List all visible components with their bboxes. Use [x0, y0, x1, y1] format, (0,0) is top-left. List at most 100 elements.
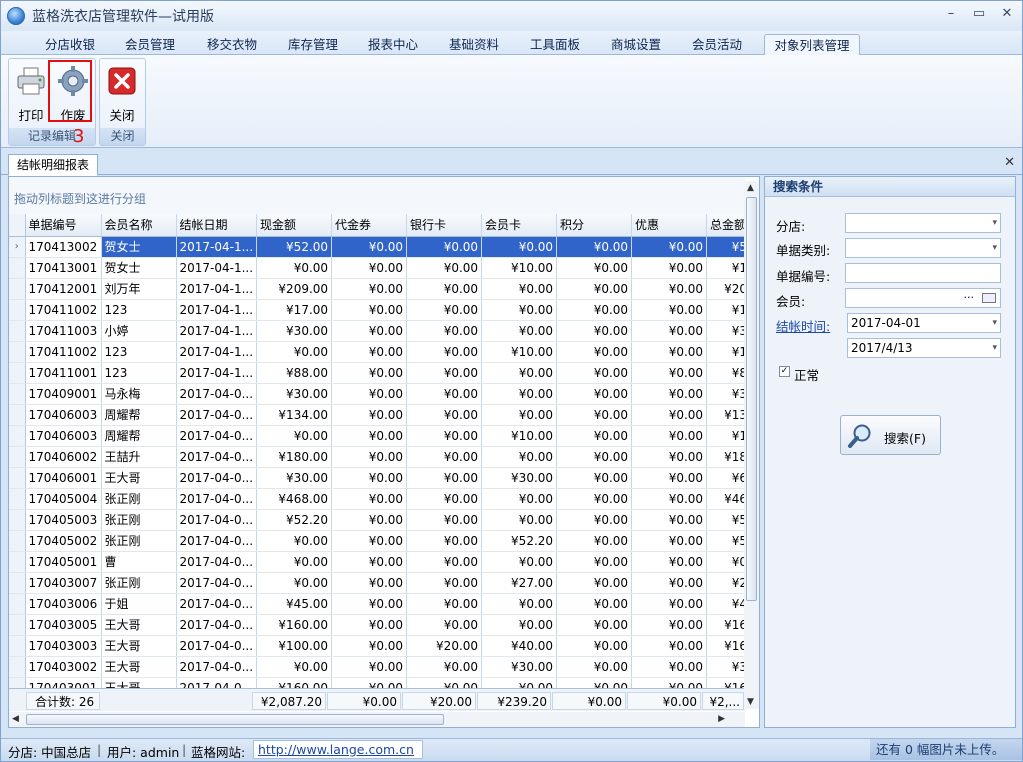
table-cell[interactable]: ¥0.00	[631, 236, 708, 258]
table-cell[interactable]: ¥10.00	[481, 425, 558, 447]
table-cell[interactable]: ¥0.00	[406, 299, 483, 321]
table-cell[interactable]: ¥0.00	[406, 530, 483, 552]
table-cell[interactable]: ¥0.00	[331, 593, 408, 615]
menu-tools[interactable]: 工具面板	[524, 34, 586, 55]
table-row[interactable]: 170403003 王大哥 2017-04-0... ¥100.00 ¥0.00 ¥20.…	[9, 635, 752, 657]
table-cell[interactable]: 王大哥	[101, 614, 177, 636]
table-cell[interactable]: ¥0.00	[331, 278, 408, 300]
menu-branch-cashier[interactable]: 分店收银	[39, 34, 101, 55]
table-row[interactable]: 170405002 张正刚 2017-04-0... ¥0.00 ¥0.00 ¥0.00 ¥…	[9, 530, 752, 552]
table-cell[interactable]: ¥0.00	[481, 278, 558, 300]
table-cell[interactable]: ¥0.00	[556, 383, 633, 405]
table-cell[interactable]: ¥0.00	[331, 551, 408, 573]
table-cell[interactable]: 2017-04-1...	[176, 299, 258, 321]
table-cell[interactable]: ¥0.00	[556, 656, 633, 678]
table-cell[interactable]: ¥0.00	[256, 656, 333, 678]
vertical-scrollbar[interactable]: ▲ ▼	[744, 181, 759, 709]
table-cell[interactable]: ¥0.00	[481, 509, 558, 531]
table-cell[interactable]: ¥0.00	[331, 572, 408, 594]
table-cell[interactable]: ¥0.00	[481, 320, 558, 342]
table-row[interactable]: 170406003 周耀帮 2017-04-0... ¥0.00 ¥0.00 ¥0.00 ¥…	[9, 425, 752, 447]
menu-member-management[interactable]: 会员管理	[119, 34, 181, 55]
row-indicator[interactable]	[9, 551, 26, 573]
table-cell[interactable]: 2017-04-1...	[176, 362, 258, 384]
table-cell[interactable]: ¥0.00	[331, 635, 408, 657]
table-cell[interactable]: 170405001	[25, 551, 102, 573]
table-cell[interactable]: ¥0.00	[481, 614, 558, 636]
table-cell[interactable]: ¥0.00	[631, 383, 708, 405]
table-cell[interactable]: ¥0.00	[556, 425, 633, 447]
column-header[interactable]: 结帐日期	[176, 214, 258, 237]
doc-number-input[interactable]	[845, 263, 1001, 283]
table-cell[interactable]: ¥0.00	[481, 236, 558, 258]
table-row[interactable]: 170403006 于姐 2017-04-0... ¥45.00 ¥0.00 ¥0.00 ¥…	[9, 593, 752, 615]
table-cell[interactable]: ¥0.00	[256, 551, 333, 573]
table-cell[interactable]: ¥0.00	[331, 509, 408, 531]
table-row[interactable]: 170411001 123 2017-04-1... ¥88.00 ¥0.00 ¥0.00…	[9, 362, 752, 384]
table-cell[interactable]: ¥0.00	[631, 530, 708, 552]
row-indicator[interactable]	[9, 593, 26, 615]
table-cell[interactable]: 123	[101, 341, 177, 363]
table-cell[interactable]: 2017-04-1...	[176, 257, 258, 279]
print-button[interactable]: 打印	[11, 61, 51, 125]
table-cell[interactable]: ¥0.00	[331, 383, 408, 405]
table-cell[interactable]: ¥0.00	[556, 236, 633, 258]
table-cell[interactable]: ¥0.00	[481, 551, 558, 573]
table-cell[interactable]: ¥0.00	[631, 551, 708, 573]
table-cell[interactable]: ¥0.00	[331, 299, 408, 321]
table-cell[interactable]: ¥0.00	[256, 572, 333, 594]
table-cell[interactable]: 贺女士	[101, 257, 177, 279]
row-indicator[interactable]	[9, 257, 26, 279]
close-button[interactable]: 关闭	[102, 61, 142, 125]
table-cell[interactable]: ¥0.00	[631, 509, 708, 531]
normal-checkbox[interactable]: ✓	[779, 366, 790, 377]
column-header[interactable]: 单据编号	[25, 214, 102, 237]
row-indicator[interactable]	[9, 404, 26, 426]
table-row[interactable]: 170412001 刘万年 2017-04-1... ¥209.00 ¥0.00 ¥0.0…	[9, 278, 752, 300]
horizontal-scroll-thumb[interactable]	[26, 714, 444, 725]
table-cell[interactable]: 170405002	[25, 530, 102, 552]
table-cell[interactable]: ¥52.00	[256, 236, 333, 258]
table-cell[interactable]: ¥0.00	[631, 299, 708, 321]
table-cell[interactable]: ¥45.00	[256, 593, 333, 615]
table-cell[interactable]: ¥30.00	[481, 467, 558, 489]
table-cell[interactable]: 2017-04-0...	[176, 404, 258, 426]
menu-reports[interactable]: 报表中心	[362, 34, 424, 55]
table-cell[interactable]: ¥0.00	[631, 341, 708, 363]
column-header[interactable]: 会员名称	[101, 214, 177, 237]
search-button[interactable]: 搜索(F)	[840, 415, 941, 455]
column-header[interactable]: 会员卡	[481, 214, 558, 237]
table-cell[interactable]: ¥0.00	[406, 362, 483, 384]
row-indicator[interactable]	[9, 278, 26, 300]
table-cell[interactable]: ¥0.00	[556, 593, 633, 615]
table-cell[interactable]: 170405004	[25, 488, 102, 510]
table-cell[interactable]: ¥52.20	[481, 530, 558, 552]
table-cell[interactable]: ¥0.00	[406, 509, 483, 531]
table-cell[interactable]: 周耀帮	[101, 425, 177, 447]
table-cell[interactable]: ¥20.00	[406, 635, 483, 657]
table-cell[interactable]: ¥0.00	[406, 572, 483, 594]
row-indicator[interactable]	[9, 488, 26, 510]
table-cell[interactable]: ¥27.00	[481, 572, 558, 594]
row-indicator[interactable]	[9, 320, 26, 342]
table-cell[interactable]: 王大哥	[101, 656, 177, 678]
horizontal-scrollbar[interactable]: ◀ ▶	[9, 712, 745, 727]
table-cell[interactable]: ¥0.00	[256, 425, 333, 447]
table-cell[interactable]: 170413001	[25, 257, 102, 279]
date-to-picker[interactable]: 2017/4/13	[847, 338, 1001, 358]
table-cell[interactable]: ¥10.00	[481, 257, 558, 279]
table-cell[interactable]: 王喆升	[101, 446, 177, 468]
table-cell[interactable]: 170405003	[25, 509, 102, 531]
table-cell[interactable]: ¥0.00	[331, 614, 408, 636]
table-cell[interactable]: 张正刚	[101, 509, 177, 531]
table-cell[interactable]: ¥0.00	[256, 530, 333, 552]
table-cell[interactable]: 张正刚	[101, 530, 177, 552]
table-row[interactable]: 170411002 123 2017-04-1... ¥17.00 ¥0.00 ¥0.00…	[9, 299, 752, 321]
table-cell[interactable]: ¥0.00	[331, 341, 408, 363]
table-row[interactable]: › 170413002 贺女士 2017-04-1... ¥52.00 ¥0.00 ¥0.0…	[9, 235, 752, 258]
table-cell[interactable]: 2017-04-0...	[176, 488, 258, 510]
row-indicator[interactable]	[9, 425, 26, 447]
table-cell[interactable]: ¥0.00	[256, 257, 333, 279]
table-row[interactable]: 170411003 小婷 2017-04-1... ¥30.00 ¥0.00 ¥0.00 ¥…	[9, 320, 752, 342]
website-link[interactable]: http://www.lange.com.cn	[253, 740, 423, 759]
